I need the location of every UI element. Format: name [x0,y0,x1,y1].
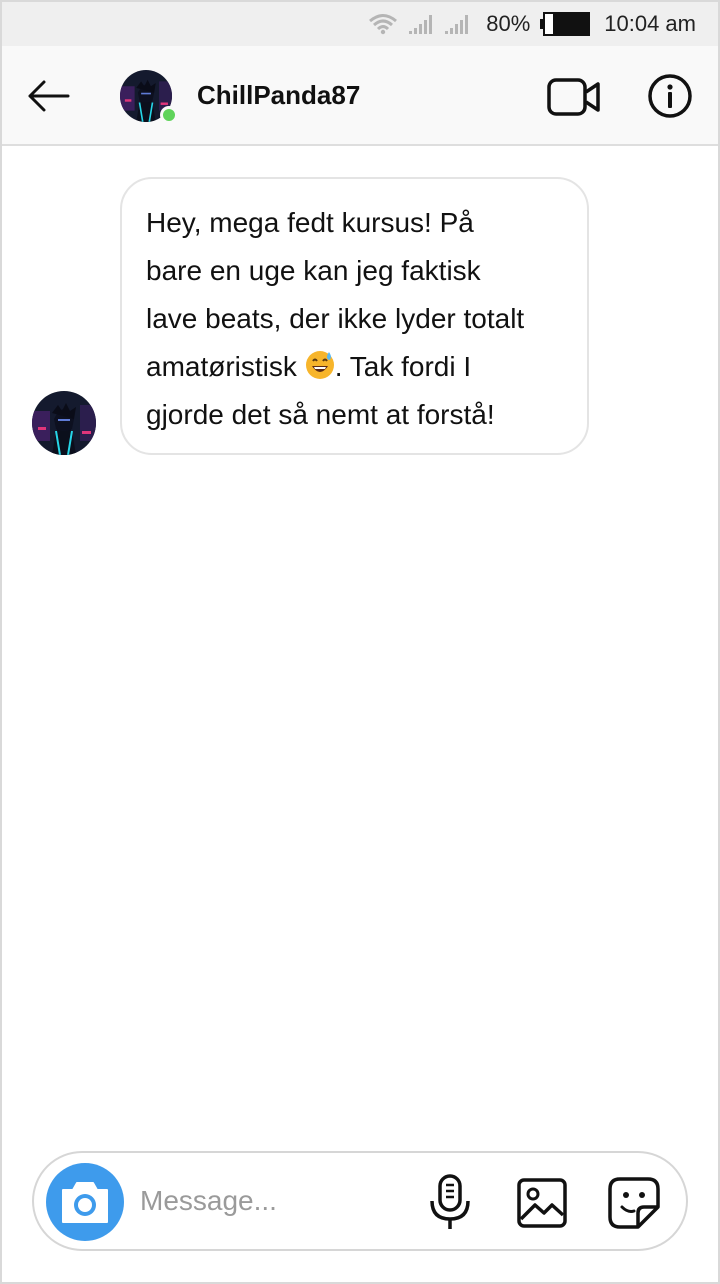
gallery-icon [517,1178,567,1228]
message-bubble[interactable]: Hey, mega fedt kursus! På bare en uge ka… [120,177,589,455]
message-line: amatøristisk . Tak fordi I [146,343,563,391]
sticker-icon [608,1177,660,1229]
message-input[interactable] [140,1179,400,1223]
signal-icon [444,13,470,35]
battery-percent: 80% [486,11,531,36]
gallery-button[interactable] [516,1177,568,1229]
back-button[interactable] [24,74,72,118]
message-text: . Tak fordi I [334,351,472,382]
video-call-icon [547,78,600,116]
message-text: amatøristisk [146,351,297,382]
back-arrow-icon [28,80,70,112]
online-indicator [160,106,178,124]
message-line: lave beats, der ikke lyder totalt [146,303,525,334]
sender-avatar[interactable] [32,391,96,455]
video-call-button[interactable] [546,76,602,118]
message-composer [32,1151,688,1251]
status-time: 10:04 am [604,11,696,36]
battery-icon [540,12,591,36]
message-line: Hey, mega fedt kursus! På [146,207,474,238]
message-line: gjorde det så nemt at forstå! [146,399,495,430]
status-bar: 80% 10:04 am [2,2,718,46]
grinning-sweat-emoji-icon [305,347,335,379]
microphone-icon [430,1174,470,1229]
sticker-button[interactable] [606,1175,662,1231]
camera-button[interactable] [46,1163,124,1241]
message-line: bare en uge kan jeg faktisk [146,255,481,286]
camera-icon [62,1182,108,1223]
chat-username[interactable]: ChillPanda87 [197,80,360,111]
microphone-button[interactable] [428,1173,472,1233]
chat-header: ChillPanda87 [2,46,718,146]
signal-icon [408,13,434,35]
wifi-icon [368,13,398,35]
info-button[interactable] [646,72,694,120]
info-icon [648,74,692,118]
